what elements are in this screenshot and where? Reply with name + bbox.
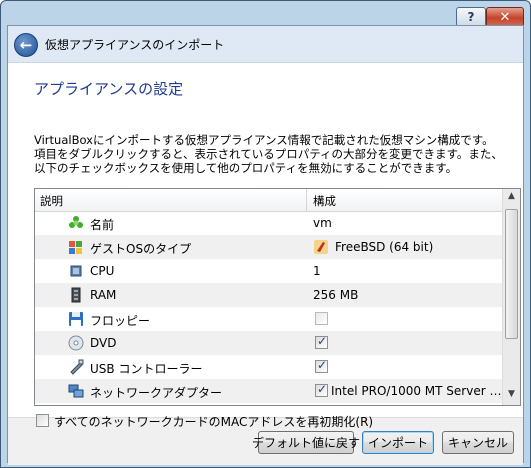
scroll-up-arrow-icon[interactable]: ▲ <box>505 191 518 205</box>
network-icon <box>68 384 84 398</box>
cancel-button[interactable]: キャンセル <box>442 431 514 454</box>
floppy-checkbox[interactable] <box>315 312 328 325</box>
usb-icon <box>70 359 84 375</box>
reinit-mac-checkbox[interactable] <box>36 414 49 427</box>
table-row[interactable]: CPU 1 <box>35 259 505 283</box>
help-button[interactable]: ? <box>456 7 486 27</box>
table-row[interactable]: フロッピー <box>35 307 505 331</box>
table-row[interactable]: ゲストOSのタイプ FreeBSD (64 bit) <box>35 235 505 259</box>
wizard-title: 仮想アプライアンスのインポート <box>45 38 225 52</box>
table-row[interactable]: DVD <box>35 331 505 355</box>
row-label: ネットワークアダプター <box>90 386 223 400</box>
freebsd-icon <box>314 240 328 254</box>
reinit-mac-label[interactable]: すべてのネットワークカードのMACアドレスを再初期化(R) <box>54 413 373 430</box>
row-label: CPU <box>90 264 115 278</box>
table-header: 説明 構成 <box>35 189 505 212</box>
row-value[interactable]: Intel PRO/1000 MT Server … <box>331 384 501 398</box>
row-value[interactable]: vm <box>313 216 332 230</box>
close-button[interactable]: ✕ <box>486 7 524 27</box>
page-description: VirtualBoxにインポートする仮想アプライアンス情報で記載された仮想マシン… <box>34 133 503 175</box>
table-row[interactable]: ネットワークアダプター Intel PRO/1000 MT Server … <box>35 379 505 403</box>
row-label: ゲストOSのタイプ <box>90 242 192 256</box>
table-row[interactable]: 名前 vm <box>35 211 505 235</box>
scroll-down-arrow-icon[interactable]: ▼ <box>505 389 518 403</box>
os-type-icon <box>69 241 82 254</box>
row-label: フロッピー <box>90 314 151 328</box>
table-row[interactable]: USB コントローラー <box>35 355 505 379</box>
wizard-header: ← 仮想アプライアンスのインポート <box>8 26 523 63</box>
row-value[interactable]: FreeBSD (64 bit) <box>335 240 433 254</box>
row-label: RAM <box>90 288 117 302</box>
row-value[interactable]: 1 <box>313 264 321 278</box>
floppy-icon <box>69 312 83 326</box>
ram-icon <box>71 287 81 303</box>
dvd-checkbox[interactable] <box>315 334 328 349</box>
row-label: DVD <box>90 336 117 350</box>
import-button[interactable]: インポート <box>362 431 434 454</box>
row-value[interactable]: 256 MB <box>313 288 358 302</box>
page-title: アプライアンスの設定 <box>34 80 184 98</box>
scroll-thumb[interactable] <box>505 209 518 339</box>
row-label: 名前 <box>90 218 115 232</box>
row-label: USB コントローラー <box>90 362 203 376</box>
column-header-description[interactable]: 説明 <box>40 193 63 209</box>
dvd-icon <box>68 335 84 351</box>
network-adapter-checkbox[interactable] <box>315 382 328 397</box>
usb-controller-checkbox[interactable] <box>315 358 328 373</box>
table-row[interactable]: RAM 256 MB <box>35 283 505 307</box>
back-arrow-icon[interactable]: ← <box>14 33 38 57</box>
import-appliance-window: ? ✕ ← 仮想アプライアンスのインポート アプライアンスの設定 Virtual… <box>0 0 531 468</box>
button-bar: すべてのネットワークカードのMACアドレスを再初期化(R) デフォルト値に戻す … <box>8 414 523 465</box>
dialog-frame: ← 仮想アプライアンスのインポート アプライアンスの設定 VirtualBoxに… <box>7 25 524 465</box>
column-header-config[interactable]: 構成 <box>313 193 336 209</box>
wizard-page: アプライアンスの設定 VirtualBoxにインポートする仮想アプライアンス情報… <box>8 63 523 417</box>
name-star-icon <box>69 216 83 228</box>
restore-defaults-button[interactable]: デフォルト値に戻す <box>252 431 360 454</box>
cpu-icon <box>70 265 82 277</box>
table-scrollbar[interactable]: ▲ ▼ <box>502 189 520 405</box>
column-divider[interactable] <box>306 189 307 211</box>
appliance-settings-table[interactable]: 説明 構成 名前 vm ゲストOSのタイプ FreeBSD (64 bit) C… <box>34 188 521 406</box>
